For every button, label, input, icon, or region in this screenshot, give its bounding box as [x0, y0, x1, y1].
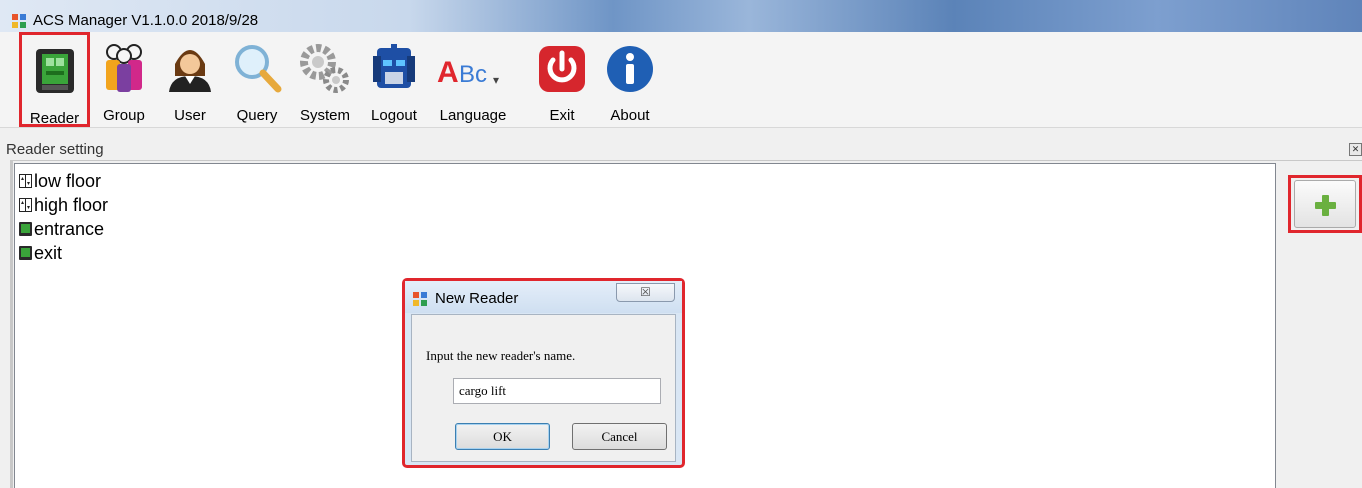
toolbar-group-button[interactable]: Group	[100, 32, 148, 127]
toolbar-reader-label: Reader	[29, 110, 80, 127]
app-window-icon	[413, 292, 427, 306]
close-icon: ✕	[1351, 144, 1360, 154]
abc-text-icon: A Bc ▾	[437, 56, 499, 89]
list-item[interactable]: high floor	[19, 193, 108, 217]
cancel-button[interactable]: Cancel	[572, 423, 667, 450]
power-icon	[539, 46, 585, 92]
panel-close-button[interactable]: ✕	[1349, 143, 1362, 156]
svg-text:Bc: Bc	[459, 61, 487, 88]
door-reader-icon	[19, 246, 32, 260]
elevator-icon	[19, 174, 32, 188]
robot-head-icon	[373, 44, 415, 88]
info-icon	[607, 46, 653, 92]
toolbar-reader-button[interactable]: Reader	[19, 32, 90, 127]
magnifier-icon	[235, 45, 282, 93]
reader-name-input[interactable]: cargo lift	[453, 378, 661, 404]
dialog-title-bar: New Reader ☒	[405, 281, 682, 313]
main-toolbar: Reader Group User Query System Logout A …	[0, 32, 1362, 128]
ok-button[interactable]: OK	[455, 423, 550, 450]
dialog-title: New Reader	[435, 290, 519, 307]
dialog-close-button[interactable]: ☒	[616, 283, 675, 302]
group-people-icon	[106, 44, 142, 92]
toolbar-system-button[interactable]: System	[296, 32, 354, 127]
toolbar-exit-button[interactable]: Exit	[534, 32, 590, 127]
reader-name: entrance	[34, 219, 105, 239]
user-person-icon	[169, 50, 211, 92]
door-reader-icon	[19, 222, 32, 236]
toolbar-about-label: About	[610, 107, 650, 124]
toolbar-user-button[interactable]: User	[167, 32, 213, 127]
toolbar-logout-label: Logout	[371, 107, 417, 124]
new-reader-dialog: New Reader ☒ Input the new reader's name…	[402, 278, 685, 468]
gears-icon	[300, 44, 349, 93]
panel-divider	[10, 160, 1362, 161]
reader-device-icon	[35, 49, 74, 93]
toolbar-exit-label: Exit	[549, 107, 575, 124]
reader-name: high floor	[34, 195, 109, 215]
toolbar-user-label: User	[174, 107, 206, 124]
svg-text:A: A	[437, 56, 459, 89]
reader-name: low floor	[34, 171, 102, 191]
toolbar-query-label: Query	[236, 107, 278, 124]
toolbar-group-label: Group	[103, 107, 145, 124]
svg-text:▾: ▾	[493, 73, 499, 87]
panel-left-edge	[10, 160, 13, 488]
toolbar-about-button[interactable]: About	[603, 32, 657, 127]
app-window-icon	[12, 14, 26, 28]
dialog-prompt: Input the new reader's name.	[426, 348, 576, 363]
close-icon: ☒	[640, 285, 651, 299]
elevator-icon	[19, 198, 32, 212]
dialog-body: Input the new reader's name. cargo lift …	[411, 314, 676, 462]
reader-name: exit	[34, 243, 63, 263]
toolbar-language-button[interactable]: A Bc ▾ Language	[432, 32, 514, 127]
toolbar-system-label: System	[299, 107, 350, 124]
add-reader-button[interactable]	[1294, 180, 1356, 228]
list-item[interactable]: exit	[19, 241, 62, 265]
toolbar-query-button[interactable]: Query	[232, 32, 282, 127]
window-title: ACS Manager V1.1.0.0 2018/9/28	[33, 12, 259, 29]
panel-title: Reader setting	[6, 141, 104, 158]
toolbar-logout-button[interactable]: Logout	[365, 32, 423, 127]
list-item[interactable]: low floor	[19, 169, 101, 193]
toolbar-language-label: Language	[439, 107, 507, 124]
list-item[interactable]: entrance	[19, 217, 104, 241]
